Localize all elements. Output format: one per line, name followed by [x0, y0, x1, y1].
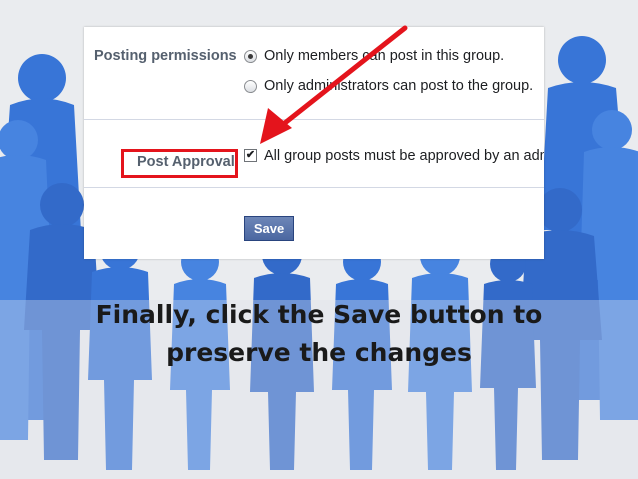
- admins-can-post-radio[interactable]: [244, 80, 257, 93]
- posting-permissions-label: Posting permissions: [94, 48, 237, 64]
- admins-can-post-label[interactable]: Only administrators can post to the grou…: [264, 78, 533, 94]
- section-divider: [84, 187, 544, 188]
- members-can-post-radio[interactable]: [244, 50, 257, 63]
- post-approval-checkbox[interactable]: ✔: [244, 149, 257, 162]
- save-button[interactable]: Save: [244, 216, 294, 241]
- caption-line-2: preserve the changes: [166, 338, 472, 367]
- post-approval-highlight-box: [121, 149, 238, 178]
- caption-line-1: Finally, click the Save button to: [95, 300, 543, 329]
- group-settings-panel: Posting permissions Only members can pos…: [84, 27, 544, 259]
- instruction-caption: Finally, click the Save button to preser…: [0, 296, 638, 372]
- members-can-post-label[interactable]: Only members can post in this group.: [264, 48, 504, 64]
- section-divider: [84, 119, 544, 120]
- post-approval-text[interactable]: All group posts must be approved by an a…: [264, 148, 544, 164]
